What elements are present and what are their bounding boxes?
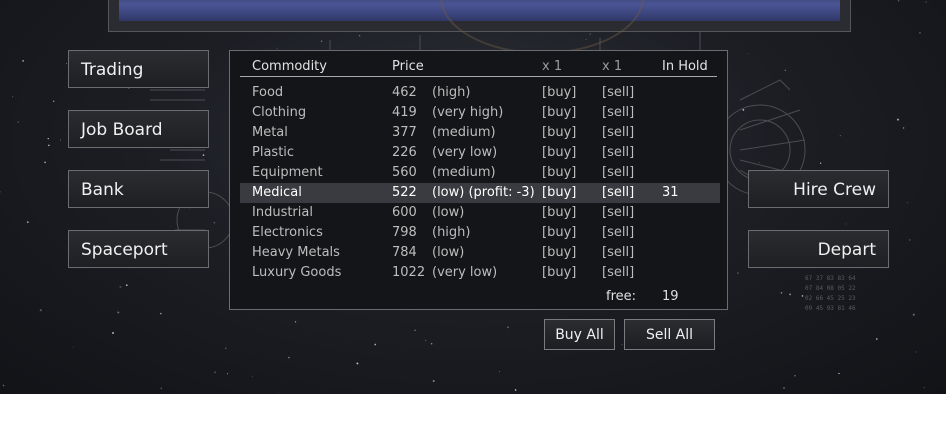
commodity-name: Medical	[252, 185, 302, 200]
commodity-price: 600	[392, 205, 417, 220]
commodity-price: 798	[392, 225, 417, 240]
commodity-row[interactable]: Plastic 226 (very low) [buy] [sell]	[240, 143, 720, 163]
readout-line: 09 45 93 81 46	[805, 305, 856, 312]
commodity-name: Heavy Metals	[252, 245, 340, 260]
header-buy-quantity[interactable]: x 1	[542, 59, 562, 74]
table-header: Commodity Price x 1 x 1 In Hold	[240, 59, 717, 77]
commodity-note: (low)	[432, 245, 465, 260]
commodity-note: (low)	[432, 205, 465, 220]
buy-link[interactable]: [buy]	[542, 83, 576, 103]
buy-link[interactable]: [buy]	[542, 143, 576, 163]
free-label: free:	[606, 289, 637, 304]
commodity-price: 560	[392, 165, 417, 180]
spaceport-button[interactable]: Spaceport	[68, 230, 209, 268]
commodity-note: (very high)	[432, 105, 504, 120]
commodity-row[interactable]: Medical 522 (low) (profit: -3) [buy] [sell] 3…	[240, 183, 720, 203]
readout-line: 02 66 45 25 23	[805, 295, 856, 302]
commodity-note: (medium)	[432, 125, 496, 140]
commodity-price: 1022	[392, 265, 426, 280]
trading-panel: Commodity Price x 1 x 1 In Hold Food 462 (…	[229, 50, 728, 310]
sell-link[interactable]: [sell]	[602, 163, 634, 183]
buy-link[interactable]: [buy]	[542, 163, 576, 183]
depart-button[interactable]: Depart	[748, 230, 889, 268]
buy-all-button[interactable]: Buy All	[544, 319, 615, 350]
sell-link[interactable]: [sell]	[602, 103, 634, 123]
buy-link[interactable]: [buy]	[542, 223, 576, 243]
commodity-name: Industrial	[252, 205, 313, 220]
commodity-row[interactable]: Metal 377 (medium) [buy] [sell]	[240, 123, 720, 143]
free-value: 19	[662, 289, 679, 304]
commodity-row[interactable]: Industrial 600 (low) [buy] [sell]	[240, 203, 720, 223]
commodity-row[interactable]: Luxury Goods 1022 (very low) [buy] [sell]	[240, 263, 720, 283]
header-in-hold: In Hold	[662, 59, 708, 74]
readout-line: 67 37 83 83 64	[805, 275, 856, 282]
sell-link[interactable]: [sell]	[602, 183, 634, 203]
coordinate-readout: 67 37 83 83 64 07 84 08 05 22 02 66 45 2…	[805, 275, 856, 312]
commodity-name: Plastic	[252, 145, 295, 160]
commodity-price: 377	[392, 125, 417, 140]
header-sell-quantity[interactable]: x 1	[602, 59, 622, 74]
commodity-price: 226	[392, 145, 417, 160]
commodity-price: 419	[392, 105, 417, 120]
game-background: 67 37 83 83 64 07 84 08 05 22 02 66 45 2…	[0, 0, 946, 394]
sell-link[interactable]: [sell]	[602, 203, 634, 223]
commodity-note: (low) (profit: -3)	[432, 185, 535, 200]
commodity-name: Food	[252, 85, 284, 100]
commodity-name: Equipment	[252, 165, 323, 180]
commodity-note: (very low)	[432, 265, 498, 280]
buy-link[interactable]: [buy]	[542, 103, 576, 123]
sell-link[interactable]: [sell]	[602, 123, 634, 143]
commodity-row[interactable]: Electronics 798 (high) [buy] [sell]	[240, 223, 720, 243]
buy-link[interactable]: [buy]	[542, 263, 576, 283]
hire-crew-button[interactable]: Hire Crew	[748, 170, 889, 208]
commodity-note: (medium)	[432, 165, 496, 180]
buy-link[interactable]: [buy]	[542, 243, 576, 263]
commodity-price: 462	[392, 85, 417, 100]
commodity-name: Electronics	[252, 225, 323, 240]
commodity-name: Metal	[252, 125, 288, 140]
header-price: Price	[392, 59, 424, 74]
commodity-name: Luxury Goods	[252, 265, 342, 280]
commodity-price: 784	[392, 245, 417, 260]
commodity-price: 522	[392, 185, 417, 200]
buy-link[interactable]: [buy]	[542, 123, 576, 143]
readout-line: 07 84 08 05 22	[805, 285, 856, 292]
commodity-note: (very low)	[432, 145, 498, 160]
sell-link[interactable]: [sell]	[602, 243, 634, 263]
sell-link[interactable]: [sell]	[602, 263, 634, 283]
sell-all-button[interactable]: Sell All	[624, 319, 715, 350]
buy-link[interactable]: [buy]	[542, 203, 576, 223]
commodity-row[interactable]: Heavy Metals 784 (low) [buy] [sell]	[240, 243, 720, 263]
commodity-name: Clothing	[252, 105, 307, 120]
buy-link[interactable]: [buy]	[542, 183, 576, 203]
in-hold-count: 31	[662, 185, 679, 200]
commodity-row[interactable]: Equipment 560 (medium) [buy] [sell]	[240, 163, 720, 183]
commodity-note: (high)	[432, 85, 471, 100]
header-commodity: Commodity	[252, 59, 327, 74]
commodity-row[interactable]: Food 462 (high) [buy] [sell]	[240, 83, 720, 103]
sell-link[interactable]: [sell]	[602, 223, 634, 243]
sell-link[interactable]: [sell]	[602, 143, 634, 163]
job-board-button[interactable]: Job Board	[68, 110, 209, 148]
commodity-note: (high)	[432, 225, 471, 240]
commodity-row[interactable]: Clothing 419 (very high) [buy] [sell]	[240, 103, 720, 123]
bank-button[interactable]: Bank	[68, 170, 209, 208]
sell-link[interactable]: [sell]	[602, 83, 634, 103]
trading-button[interactable]: Trading	[68, 50, 209, 88]
